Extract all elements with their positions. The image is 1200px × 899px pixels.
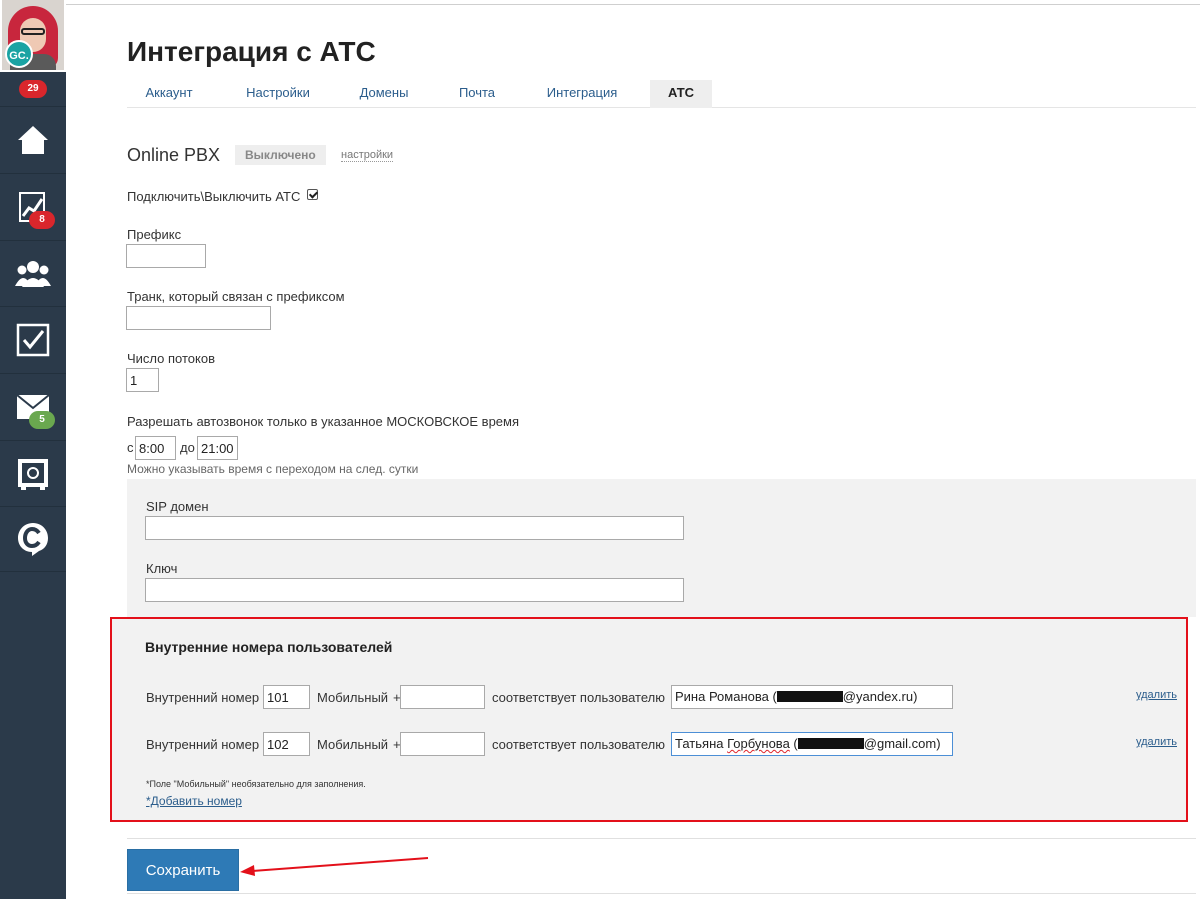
ext-input-1[interactable] <box>263 685 310 709</box>
tab-domains[interactable]: Домены <box>341 80 427 108</box>
redacted-email <box>797 738 864 749</box>
sidebar-item-mail[interactable]: 5 <box>0 373 66 439</box>
time-hint: Можно указывать время с переходом на сле… <box>127 462 419 476</box>
user-last-name-2: Горбунова <box>727 736 790 751</box>
pbx-status-badge: Выключено <box>235 145 326 165</box>
mobile-label: Мобильный <box>317 737 389 752</box>
internal-numbers-title: Внутренние номера пользователей <box>145 639 393 655</box>
ext-label: Внутренний номер <box>146 690 260 705</box>
match-user-label: соответствует пользователю <box>492 737 665 752</box>
pbx-settings-link[interactable]: настройки <box>341 149 394 162</box>
tab-integration[interactable]: Интеграция <box>531 80 633 108</box>
mobile-optional-note: *Поле "Мобильный" необязательно для запо… <box>146 779 366 789</box>
sidebar-item-tasks[interactable] <box>0 306 66 372</box>
match-user-label: соответствует пользователю <box>492 690 665 705</box>
key-label: Ключ <box>146 561 178 576</box>
key-input[interactable] <box>145 578 684 602</box>
user-name-1: Рина Романова ( <box>675 689 777 704</box>
mail-count-badge: 5 <box>29 411 55 429</box>
footer-divider-bottom <box>127 893 1196 894</box>
time-to-label: до <box>180 440 195 455</box>
enable-pbx-label: Подключить\Выключить АТС <box>127 189 301 204</box>
tab-bar: Аккаунт Настройки Домены Почта Интеграци… <box>127 80 1196 108</box>
time-from-input[interactable] <box>135 436 176 460</box>
sidebar-item-chat[interactable] <box>0 506 66 572</box>
redacted-email <box>776 691 843 702</box>
delete-row-2-link[interactable]: удалить <box>1136 736 1177 748</box>
user-open-paren-2: ( <box>789 736 798 751</box>
avatar-initials-badge: GC. <box>5 40 33 68</box>
home-icon <box>18 125 48 154</box>
user-input-1[interactable]: Рина Романова ( @yandex.ru) <box>671 685 953 709</box>
trunk-input[interactable] <box>126 306 271 330</box>
add-number-link[interactable]: *Добавить номер <box>146 794 242 808</box>
user-email-2: @gmail.com) <box>863 736 941 751</box>
mobile-input-1[interactable] <box>400 685 485 709</box>
delete-row-1-link[interactable]: удалить <box>1136 689 1177 701</box>
sip-domain-input[interactable] <box>145 516 684 540</box>
sidebar-item-safe[interactable] <box>0 440 66 506</box>
ext-input-2[interactable] <box>263 732 310 756</box>
sidebar-item-home[interactable] <box>0 106 66 172</box>
tab-pbx[interactable]: АТС <box>650 80 712 108</box>
tab-account[interactable]: Аккаунт <box>127 80 211 108</box>
pbx-provider-name: Online PBX <box>127 145 221 165</box>
footer-divider <box>127 838 1196 839</box>
sales-count-badge: 8 <box>29 211 55 229</box>
mobile-label: Мобильный <box>317 690 389 705</box>
safe-icon <box>18 458 48 490</box>
sidebar-item-sales[interactable]: 8 <box>0 173 66 239</box>
sip-domain-label: SIP домен <box>146 499 209 514</box>
annotation-arrow-icon <box>240 857 429 876</box>
tab-mail[interactable]: Почта <box>441 80 513 108</box>
chat-c-icon <box>18 523 48 556</box>
user-input-2[interactable]: Татьяна Горбунова ( @gmail.com) <box>671 732 953 756</box>
avatar-container[interactable]: GC. <box>0 0 66 72</box>
user-email-1: @yandex.ru) <box>842 689 918 704</box>
prefix-label: Префикс <box>127 227 182 242</box>
users-icon <box>15 260 51 287</box>
top-border <box>66 4 1200 5</box>
threads-label: Число потоков <box>127 351 215 366</box>
ext-label: Внутренний номер <box>146 737 260 752</box>
sidebar-item-users[interactable] <box>0 240 66 306</box>
tab-settings[interactable]: Настройки <box>227 80 329 108</box>
prefix-input[interactable] <box>126 244 206 268</box>
threads-input[interactable] <box>126 368 159 392</box>
user-first-name-2: Татьяна <box>675 736 724 751</box>
sidebar: GC. 29 8 5 <box>0 0 66 899</box>
mobile-input-2[interactable] <box>400 732 485 756</box>
time-from-label: с <box>127 440 134 455</box>
notifications-count-badge[interactable]: 29 <box>19 80 47 98</box>
enable-pbx-checkbox[interactable] <box>307 189 318 200</box>
avatar-glasses <box>21 28 45 35</box>
save-button[interactable]: Сохранить <box>127 849 239 891</box>
tasks-checkbox-icon <box>16 323 50 356</box>
time-to-input[interactable] <box>197 436 238 460</box>
trunk-label: Транк, который связан с префиксом <box>127 289 345 304</box>
page-title: Интеграция с АТС <box>127 36 376 67</box>
autocall-time-label: Разрешать автозвонок только в указанное … <box>127 414 519 429</box>
